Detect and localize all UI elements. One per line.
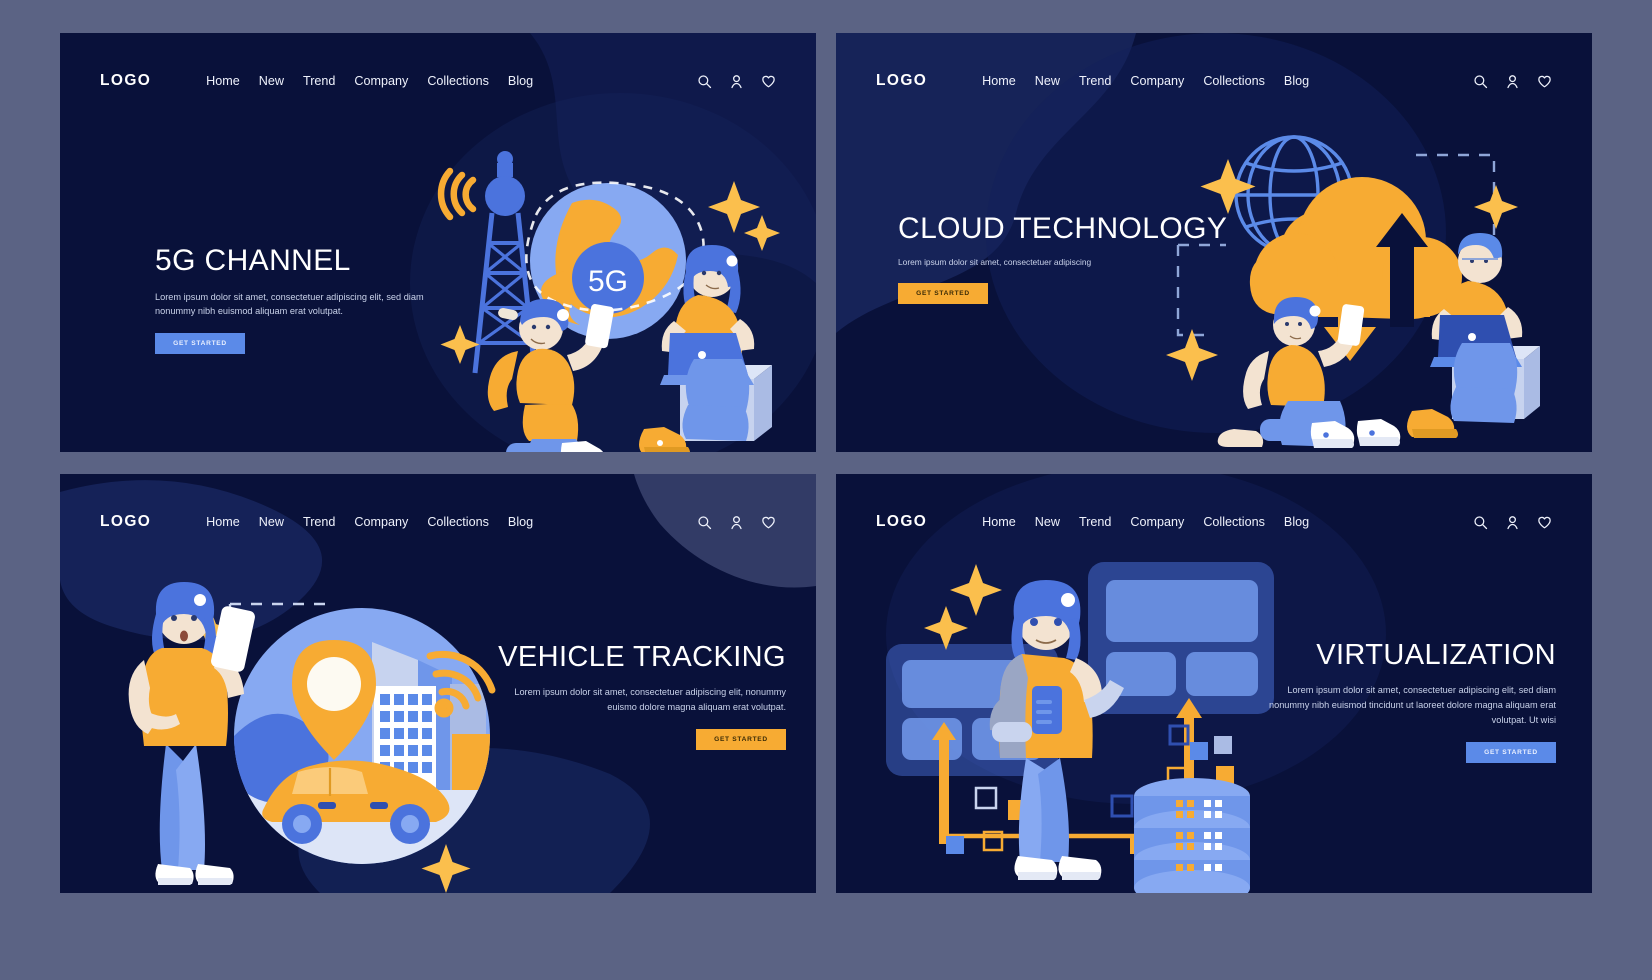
nav-item-company[interactable]: Company bbox=[354, 74, 408, 88]
seated-man-with-phone bbox=[1217, 297, 1401, 448]
nav-item-trend[interactable]: Trend bbox=[303, 515, 335, 529]
nav-item-company[interactable]: Company bbox=[354, 515, 408, 529]
logo[interactable]: LOGO bbox=[876, 513, 927, 531]
wifi-waves-icon bbox=[437, 167, 477, 221]
nav-item-company[interactable]: Company bbox=[1130, 515, 1184, 529]
nav-bar-vehicle: LOGO Home New Trend Company Collections … bbox=[60, 474, 816, 570]
5g-badge-label: 5G bbox=[588, 265, 628, 298]
hero-copy-virtualization: VIRTUALIZATION Lorem ipsum dolor sit ame… bbox=[1256, 639, 1556, 764]
nav-item-collections[interactable]: Collections bbox=[427, 515, 489, 529]
5g-channel-illustration: 5G bbox=[437, 151, 780, 452]
heart-icon[interactable] bbox=[761, 515, 776, 530]
nav-icons bbox=[697, 515, 776, 530]
hero-body-5g: Lorem ipsum dolor sit amet, consectetuer… bbox=[155, 291, 424, 317]
sneaker bbox=[1310, 421, 1355, 448]
hero-body-cloud: Lorem ipsum dolor sit amet, consectetuer… bbox=[898, 256, 1092, 267]
sneaker-right bbox=[195, 864, 234, 885]
panel-cloud-technology: LOGO Home New Trend Company Collections … bbox=[836, 33, 1592, 452]
nav-item-new[interactable]: New bbox=[1035, 515, 1060, 529]
get-started-button-cloud[interactable]: GET STARTED bbox=[898, 283, 988, 305]
logo[interactable]: LOGO bbox=[100, 72, 151, 90]
hero-body-virtualization: Lorem ipsum dolor sit amet, consectetuer… bbox=[1268, 685, 1556, 726]
seated-man-with-phone bbox=[487, 299, 614, 452]
sparkles bbox=[924, 564, 1002, 650]
nav-bar-virtualization: LOGO Home New Trend Company Collections … bbox=[836, 474, 1592, 570]
nav-menu: Home New Trend Company Collections Blog bbox=[982, 74, 1309, 88]
get-started-button-5g[interactable]: GET STARTED bbox=[155, 333, 245, 355]
page-title-virtualization: VIRTUALIZATION bbox=[1316, 639, 1556, 671]
nav-item-new[interactable]: New bbox=[259, 515, 284, 529]
panel-vehicle-tracking: LOGO Home New Trend Company Collections … bbox=[60, 474, 816, 893]
page-title-vehicle: VEHICLE TRACKING bbox=[498, 641, 786, 673]
panel-virtualization: LOGO Home New Trend Company Collections … bbox=[836, 474, 1592, 893]
user-icon[interactable] bbox=[1505, 74, 1520, 89]
logo[interactable]: LOGO bbox=[876, 72, 927, 90]
nav-icons bbox=[1473, 74, 1552, 89]
user-icon[interactable] bbox=[729, 515, 744, 530]
get-started-button-vehicle[interactable]: GET STARTED bbox=[696, 729, 786, 751]
heart-icon[interactable] bbox=[1537, 515, 1552, 530]
nav-item-trend[interactable]: Trend bbox=[1079, 74, 1111, 88]
sneaker-left bbox=[560, 441, 603, 452]
nav-icons bbox=[697, 74, 776, 89]
nav-item-new[interactable]: New bbox=[259, 74, 284, 88]
search-icon[interactable] bbox=[1473, 74, 1488, 89]
vehicle-tracking-illustration bbox=[128, 582, 496, 893]
nav-item-blog[interactable]: Blog bbox=[1284, 515, 1309, 529]
search-icon[interactable] bbox=[1473, 515, 1488, 530]
hero-copy-5g: 5G CHANNEL Lorem ipsum dolor sit amet, c… bbox=[155, 244, 425, 355]
nav-item-home[interactable]: Home bbox=[206, 515, 240, 529]
get-started-button-virtualization[interactable]: GET STARTED bbox=[1466, 742, 1556, 764]
nav-item-blog[interactable]: Blog bbox=[508, 515, 533, 529]
page-title-5g: 5G CHANNEL bbox=[155, 244, 351, 277]
user-icon[interactable] bbox=[729, 74, 744, 89]
nav-item-collections[interactable]: Collections bbox=[1203, 515, 1265, 529]
nav-bar-cloud: LOGO Home New Trend Company Collections … bbox=[836, 33, 1592, 129]
smartphone bbox=[211, 606, 255, 672]
nav-item-blog[interactable]: Blog bbox=[508, 74, 533, 88]
search-icon[interactable] bbox=[697, 515, 712, 530]
nav-menu: Home New Trend Company Collections Blog bbox=[982, 515, 1309, 529]
nav-item-blog[interactable]: Blog bbox=[1284, 74, 1309, 88]
nav-item-trend[interactable]: Trend bbox=[303, 74, 335, 88]
sneaker-right bbox=[1058, 856, 1102, 880]
nav-item-home[interactable]: Home bbox=[982, 515, 1016, 529]
logo[interactable]: LOGO bbox=[100, 513, 151, 531]
nav-menu: Home New Trend Company Collections Blog bbox=[206, 74, 533, 88]
hero-body-vehicle: Lorem ipsum dolor sit amet, consectetuer… bbox=[514, 687, 786, 713]
sneaker-2 bbox=[1356, 419, 1401, 446]
nav-icons bbox=[1473, 515, 1552, 530]
database-stack bbox=[1134, 778, 1250, 893]
panel-board: LOGO Home New Trend Company Collections … bbox=[0, 0, 1652, 980]
nav-item-collections[interactable]: Collections bbox=[1203, 74, 1265, 88]
heart-icon[interactable] bbox=[761, 74, 776, 89]
sneaker-orange bbox=[1407, 409, 1458, 438]
search-icon[interactable] bbox=[697, 74, 712, 89]
page-title-cloud: CLOUD TECHNOLOGY bbox=[898, 212, 1228, 245]
panel-5g-channel: LOGO Home New Trend Company Collections … bbox=[60, 33, 816, 452]
hero-copy-cloud: CLOUD TECHNOLOGY Lorem ipsum dolor sit a… bbox=[898, 212, 1228, 305]
nav-item-trend[interactable]: Trend bbox=[1079, 515, 1111, 529]
nav-item-company[interactable]: Company bbox=[1130, 74, 1184, 88]
nav-item-new[interactable]: New bbox=[1035, 74, 1060, 88]
nav-bar-5g: LOGO Home New Trend Company Collections … bbox=[60, 33, 816, 129]
hero-copy-vehicle: VEHICLE TRACKING Lorem ipsum dolor sit a… bbox=[486, 641, 786, 751]
user-icon[interactable] bbox=[1505, 515, 1520, 530]
nav-menu: Home New Trend Company Collections Blog bbox=[206, 515, 533, 529]
cloud-technology-illustration bbox=[1166, 135, 1540, 448]
virtualization-illustration bbox=[886, 562, 1274, 893]
nav-item-home[interactable]: Home bbox=[982, 74, 1016, 88]
heart-icon[interactable] bbox=[1537, 74, 1552, 89]
nav-item-home[interactable]: Home bbox=[206, 74, 240, 88]
nav-item-collections[interactable]: Collections bbox=[427, 74, 489, 88]
